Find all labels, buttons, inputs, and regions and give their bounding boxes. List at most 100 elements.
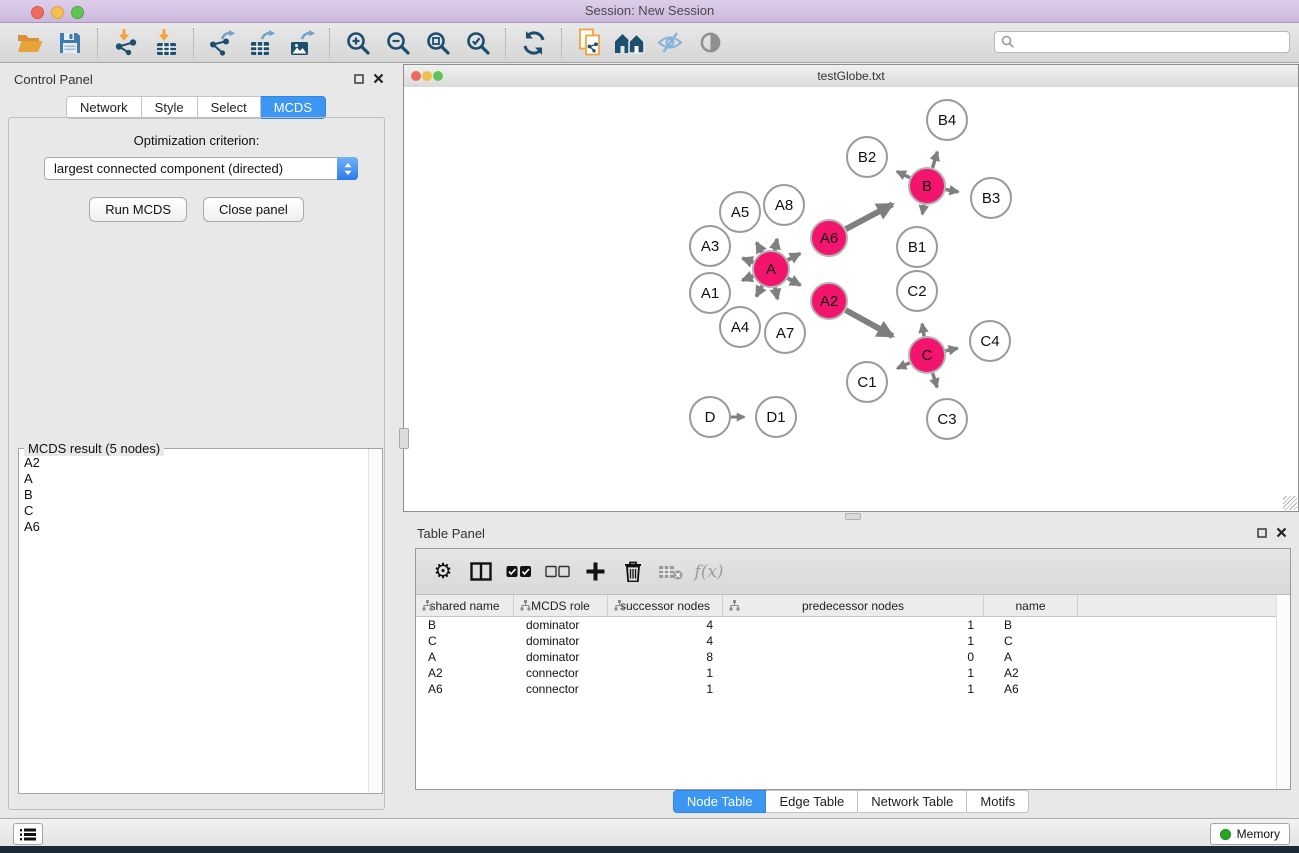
mcds-list-scrollbar[interactable] [368,449,382,793]
node-A6[interactable]: A6 [811,220,847,256]
edge-A-A5[interactable] [757,243,762,253]
edge-B-B3[interactable] [946,190,959,192]
edge-A-A3[interactable] [743,258,754,262]
clone-network-button[interactable] [570,26,610,60]
table-row[interactable]: Adominator80A [416,649,1276,665]
close-panel-icon[interactable] [373,73,384,84]
node-A2[interactable]: A2 [811,283,847,319]
node-C4[interactable]: C4 [970,321,1010,361]
table-row[interactable]: A2connector11A2 [416,665,1276,681]
zoom-out-button[interactable] [378,26,418,60]
node-A4[interactable]: A4 [720,307,760,347]
edge-A-A1[interactable] [742,276,753,280]
edge-A-A2[interactable] [788,278,801,285]
tab-edge-table[interactable]: Edge Table [766,790,858,813]
mcds-result-item[interactable]: A2 [20,455,368,471]
edge-B-B1[interactable] [922,205,924,214]
panel-splitter-grip[interactable] [399,428,409,449]
mcds-result-item[interactable]: A6 [20,519,368,535]
tab-style[interactable]: Style [142,96,198,119]
node-A8[interactable]: A8 [764,185,804,225]
horizontal-splitter-grip[interactable] [845,513,861,520]
edge-A6-B[interactable] [846,204,893,229]
network-canvas[interactable]: B4B2BB3B1A5A8A6A3AA1A4A7A2C2CC4C1C3DD1 [404,87,1298,511]
refresh-layout-button[interactable] [514,26,554,60]
import-network-button[interactable] [106,26,146,60]
tab-network[interactable]: Network [66,96,142,119]
zoom-selected-button[interactable] [458,26,498,60]
mcds-result-item[interactable]: C [20,503,368,519]
search-input[interactable] [1015,33,1289,51]
node-C[interactable]: C [909,337,945,373]
node-B3[interactable]: B3 [971,178,1011,218]
close-table-panel-icon[interactable] [1276,527,1287,538]
node-D[interactable]: D [690,397,730,437]
edge-A-A6[interactable] [788,253,800,260]
memory-button[interactable]: Memory [1210,823,1290,845]
node-A3[interactable]: A3 [690,226,730,266]
node-A1[interactable]: A1 [690,273,730,313]
edge-B-B4[interactable] [933,152,938,168]
column-header-successor-nodes[interactable]: successor nodes [608,595,723,616]
delete-table-button[interactable] [652,555,690,589]
edge-A2-C[interactable] [846,310,893,336]
edge-C-C1[interactable] [897,363,909,369]
column-header-MCDS-role[interactable]: MCDS role [514,595,608,616]
select-all-button[interactable] [500,555,538,589]
export-network-button[interactable] [202,26,242,60]
import-table-button[interactable] [146,26,186,60]
mcds-result-item[interactable]: A [20,471,368,487]
tab-network-table[interactable]: Network Table [858,790,967,813]
tab-mcds[interactable]: MCDS [261,96,326,119]
deselect-all-button[interactable] [538,555,576,589]
node-B1[interactable]: B1 [897,227,937,267]
function-builder-button[interactable]: f(x) [690,555,728,589]
run-mcds-button[interactable]: Run MCDS [89,197,187,222]
edge-A-A8[interactable] [775,239,777,250]
edge-A-A7[interactable] [775,288,778,299]
column-header-shared-name[interactable]: shared name [416,595,514,616]
close-panel-button[interactable]: Close panel [203,197,304,222]
edge-C-C4[interactable] [946,348,958,351]
open-session-button[interactable] [10,26,50,60]
node-B[interactable]: B [909,168,945,204]
add-row-button[interactable] [576,555,614,589]
window-resize-grip[interactable] [1283,496,1297,510]
edge-B-B2[interactable] [897,171,910,177]
export-table-button[interactable] [242,26,282,60]
task-history-button[interactable] [13,823,43,845]
node-B2[interactable]: B2 [847,137,887,177]
mcds-result-item[interactable]: B [20,487,368,503]
save-session-button[interactable] [50,26,90,60]
column-header-predecessor-nodes[interactable]: predecessor nodes [723,595,984,616]
table-settings-button[interactable]: ⚙ [424,555,462,589]
search-box[interactable] [994,31,1290,53]
node-C2[interactable]: C2 [897,271,937,311]
delete-row-button[interactable] [614,555,652,589]
show-columns-button[interactable] [462,555,500,589]
tab-motifs[interactable]: Motifs [967,790,1029,813]
node-C1[interactable]: C1 [847,362,887,402]
criterion-dropdown[interactable]: largest connected component (directed) [44,157,358,180]
mcds-result-list[interactable]: A2ABCA6 [20,455,368,792]
node-B4[interactable]: B4 [927,100,967,140]
column-header-name[interactable]: name [984,595,1078,616]
table-scrollbar[interactable] [1276,595,1290,789]
zoom-in-button[interactable] [338,26,378,60]
hide-views-button[interactable] [650,26,690,60]
table-row[interactable]: Cdominator41C [416,633,1276,649]
export-image-button[interactable] [282,26,322,60]
birds-eye-view-button[interactable] [690,26,730,60]
network-graph[interactable]: B4B2BB3B1A5A8A6A3AA1A4A7A2C2CC4C1C3DD1 [404,87,1298,511]
tab-node-table[interactable]: Node Table [673,790,767,813]
show-all-views-button[interactable] [610,26,650,60]
edge-A-A4[interactable] [756,286,762,297]
node-A7[interactable]: A7 [765,313,805,353]
zoom-fit-button[interactable] [418,26,458,60]
tab-select[interactable]: Select [198,96,261,119]
table-row[interactable]: Bdominator41B [416,617,1276,633]
table-row[interactable]: A6connector11A6 [416,681,1276,697]
edge-C-C3[interactable] [933,373,937,387]
float-table-panel-icon[interactable] [1257,528,1267,538]
node-A5[interactable]: A5 [720,192,760,232]
